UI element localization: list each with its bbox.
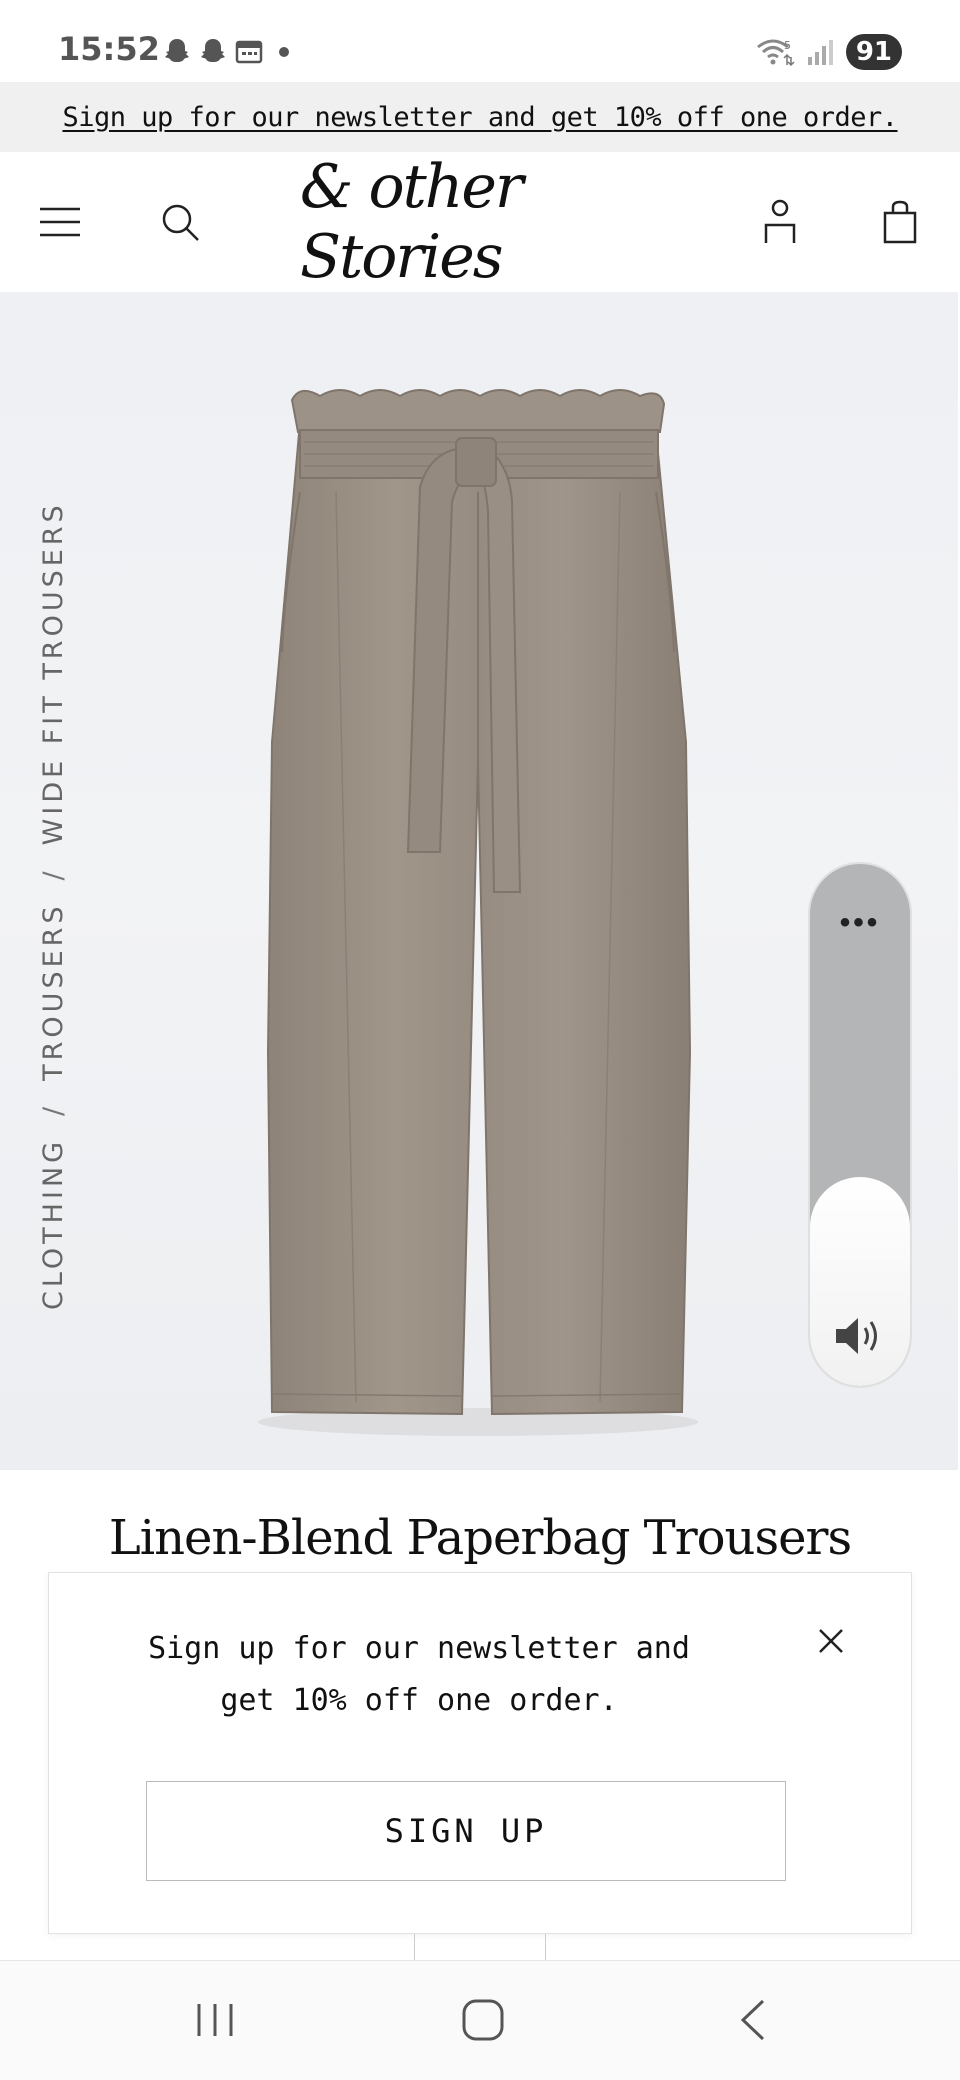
breadcrumb-trousers[interactable]: TROUSERS [38,902,69,1080]
breadcrumb-clothing[interactable]: CLOTHING [38,1138,69,1310]
home-icon [462,1999,504,2041]
home-button[interactable] [443,1987,523,2053]
recent-apps-button[interactable] [175,1987,255,2053]
back-button[interactable] [712,1987,792,2053]
back-icon [740,1999,765,2041]
popup-message: Sign up for our newsletter and get 10% o… [148,1631,690,1718]
close-button[interactable] [811,1621,851,1661]
svg-text:5: 5 [784,39,791,52]
system-nav-bar [0,1960,960,2080]
close-icon [819,1629,843,1653]
status-time: 15:52 [58,30,160,68]
system-icons: 5 91 [754,34,902,70]
wifi-icon: 5 [756,39,795,67]
bag-button[interactable] [870,192,930,252]
breadcrumb: CLOTHING / TROUSERS / WIDE FIT TROUSERS [38,470,69,1310]
signal-icon [807,40,833,65]
menu-button[interactable] [30,192,90,252]
search-icon [162,204,199,241]
menu-icon [40,207,80,237]
speaker-button[interactable] [810,1312,910,1360]
search-button[interactable] [150,192,210,252]
newsletter-popup: Sign up for our newsletter and get 10% o… [48,1572,912,1934]
newsletter-banner-link[interactable]: Sign up for our newsletter and get 10% o… [62,102,898,133]
breadcrumb-wide-fit-trousers[interactable]: WIDE FIT TROUSERS [38,501,69,845]
dot-icon [279,47,289,57]
recent-apps-icon [197,2004,233,2036]
volume-overlay[interactable]: ••• [808,862,912,1388]
bag-icon [883,200,917,244]
battery-indicator: 91 [845,34,902,70]
site-header: & other Stories [0,152,960,292]
size-selector-peek [414,1934,546,1960]
snapchat-icon [165,39,189,62]
brand-logo[interactable]: & other Stories [300,152,660,292]
newsletter-banner[interactable]: Sign up for our newsletter and get 10% o… [0,82,960,152]
account-icon [764,199,796,243]
notification-icons [162,36,296,66]
status-bar: 15:52 5 91 [0,0,960,82]
breadcrumb-separator: / [38,867,69,881]
volume-menu-button[interactable]: ••• [810,906,910,940]
product-image[interactable]: ••• [0,292,958,1470]
breadcrumb-separator: / [38,1102,69,1116]
speaker-icon [836,1318,877,1354]
sign-up-button[interactable]: SIGN UP [146,1781,786,1881]
account-button[interactable] [750,192,810,252]
product-title: Linen-Blend Paperbag Trousers [108,1510,852,1566]
snapchat-icon [201,39,225,62]
calendar-icon [235,40,263,64]
